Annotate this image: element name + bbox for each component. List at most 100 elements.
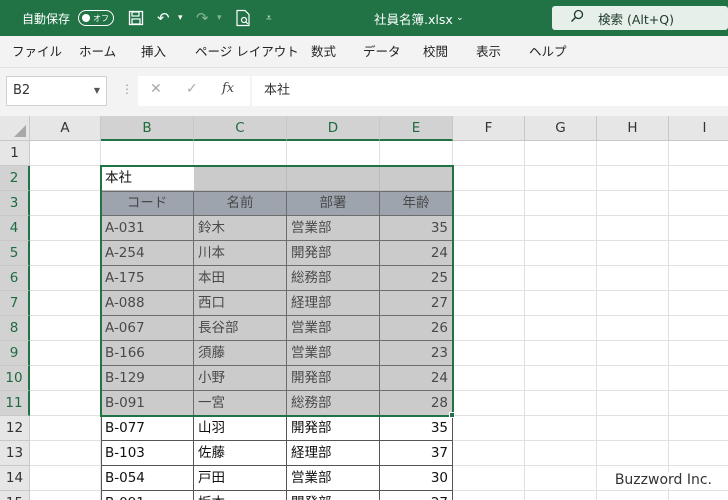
select-all-button[interactable]	[0, 116, 30, 141]
table-cell[interactable]: 一宮	[194, 391, 287, 416]
active-cell-text[interactable]: 本社	[101, 166, 194, 191]
undo-icon[interactable]: ↶	[157, 0, 170, 36]
table-cell[interactable]: A-175	[101, 266, 194, 291]
table-cell[interactable]: B-103	[101, 441, 194, 466]
tab-home[interactable]: ホーム	[79, 36, 116, 68]
table-cell[interactable]: 24	[380, 241, 453, 266]
table-cell[interactable]: 24	[380, 366, 453, 391]
worksheet-grid[interactable]: A B C D E F G H I 1 2 3 4 5 6 7 8 9 10 1…	[0, 116, 728, 500]
table-cell[interactable]: 営業部	[287, 316, 380, 341]
table-cell[interactable]: 35	[380, 216, 453, 241]
table-cell[interactable]: 35	[380, 416, 453, 441]
row-header-15[interactable]: 15	[0, 491, 30, 500]
table-cell[interactable]: 営業部	[287, 216, 380, 241]
table-cell[interactable]: A-031	[101, 216, 194, 241]
tab-page-layout[interactable]: ページ レイアウト	[195, 36, 299, 68]
table-cell[interactable]: 27	[380, 491, 453, 500]
table-cell[interactable]: 戸田	[194, 466, 287, 491]
table-cell[interactable]: 川本	[194, 241, 287, 266]
table-cell[interactable]: B-091	[101, 391, 194, 416]
table-cell[interactable]: 総務部	[287, 266, 380, 291]
table-cell[interactable]: 総務部	[287, 391, 380, 416]
table-cell[interactable]: 小野	[194, 366, 287, 391]
table-header-department[interactable]: 部署	[287, 191, 380, 216]
redo-icon[interactable]: ↷	[196, 0, 209, 36]
table-cell[interactable]: B-077	[101, 416, 194, 441]
table-cell[interactable]: 経理部	[287, 291, 380, 316]
search-box[interactable]: 検索 (Alt+Q)	[552, 6, 728, 30]
print-preview-icon[interactable]	[235, 0, 251, 36]
column-header-a[interactable]: A	[30, 116, 101, 141]
name-box[interactable]: B2 ▼	[6, 76, 107, 106]
table-cell[interactable]: 経理部	[287, 441, 380, 466]
table-cell[interactable]: A-067	[101, 316, 194, 341]
formula-input[interactable]: 本社	[252, 76, 728, 106]
enter-icon[interactable]: ✓	[186, 81, 198, 97]
column-header-e[interactable]: E	[380, 116, 453, 141]
fill-handle[interactable]	[449, 412, 455, 418]
tab-data[interactable]: データ	[363, 36, 401, 68]
table-cell[interactable]: 26	[380, 316, 453, 341]
table-cell[interactable]: 坂本	[194, 491, 287, 500]
title-dropdown-icon[interactable]: ⌄	[456, 0, 464, 36]
row-header-13[interactable]: 13	[0, 441, 30, 466]
table-cell[interactable]: B-166	[101, 341, 194, 366]
row-header-3[interactable]: 3	[0, 191, 30, 216]
formula-bar-grip-icon[interactable]: ⋮	[121, 82, 133, 96]
table-header-name[interactable]: 名前	[194, 191, 287, 216]
table-cell[interactable]: B-129	[101, 366, 194, 391]
table-cell[interactable]: 長谷部	[194, 316, 287, 341]
column-header-d[interactable]: D	[287, 116, 380, 141]
table-cell[interactable]: B-054	[101, 466, 194, 491]
name-box-dropdown-icon[interactable]: ▼	[94, 77, 100, 105]
row-header-8[interactable]: 8	[0, 316, 30, 341]
autosave-toggle[interactable]: オフ	[78, 10, 114, 26]
table-cell[interactable]: 山羽	[194, 416, 287, 441]
column-header-i[interactable]: I	[669, 116, 728, 141]
cancel-icon[interactable]: ✕	[150, 81, 162, 97]
tab-view[interactable]: 表示	[476, 36, 501, 68]
table-header-code[interactable]: コード	[101, 191, 194, 216]
customize-qat-icon[interactable]: ⩡	[266, 0, 272, 36]
row-header-14[interactable]: 14	[0, 466, 30, 491]
table-cell[interactable]: 営業部	[287, 341, 380, 366]
tab-review[interactable]: 校閲	[423, 36, 448, 68]
table-cell[interactable]: 23	[380, 341, 453, 366]
save-icon[interactable]	[128, 0, 144, 36]
column-header-f[interactable]: F	[453, 116, 525, 141]
table-cell[interactable]: 開発部	[287, 416, 380, 441]
table-cell[interactable]: 開発部	[287, 491, 380, 500]
row-header-11[interactable]: 11	[0, 391, 30, 416]
table-cell[interactable]: B-091	[101, 491, 194, 500]
table-cell[interactable]: 須藤	[194, 341, 287, 366]
table-cell[interactable]: A-088	[101, 291, 194, 316]
row-header-9[interactable]: 9	[0, 341, 30, 366]
table-cell[interactable]: 鈴木	[194, 216, 287, 241]
table-cell[interactable]: 西口	[194, 291, 287, 316]
row-header-12[interactable]: 12	[0, 416, 30, 441]
row-header-7[interactable]: 7	[0, 291, 30, 316]
table-cell[interactable]: 25	[380, 266, 453, 291]
tab-insert[interactable]: 挿入	[141, 36, 166, 68]
table-cell[interactable]: 本田	[194, 266, 287, 291]
column-header-c[interactable]: C	[194, 116, 287, 141]
column-header-b[interactable]: B	[101, 116, 194, 141]
row-header-6[interactable]: 6	[0, 266, 30, 291]
table-cell[interactable]: 27	[380, 291, 453, 316]
table-cell[interactable]: 37	[380, 441, 453, 466]
row-header-10[interactable]: 10	[0, 366, 30, 391]
insert-function-icon[interactable]: fx	[222, 81, 234, 96]
column-header-g[interactable]: G	[525, 116, 597, 141]
tab-formulas[interactable]: 数式	[311, 36, 336, 68]
table-cell[interactable]: 開発部	[287, 241, 380, 266]
row-header-4[interactable]: 4	[0, 216, 30, 241]
table-cell[interactable]: 営業部	[287, 466, 380, 491]
table-cell[interactable]: 30	[380, 466, 453, 491]
undo-dropdown-icon[interactable]: ▾	[178, 0, 183, 36]
table-cell[interactable]: A-254	[101, 241, 194, 266]
redo-dropdown-icon[interactable]: ▾	[217, 0, 222, 36]
tab-file[interactable]: ファイル	[12, 36, 62, 68]
table-cell[interactable]: 28	[380, 391, 453, 416]
row-header-2[interactable]: 2	[0, 166, 30, 191]
row-header-5[interactable]: 5	[0, 241, 30, 266]
